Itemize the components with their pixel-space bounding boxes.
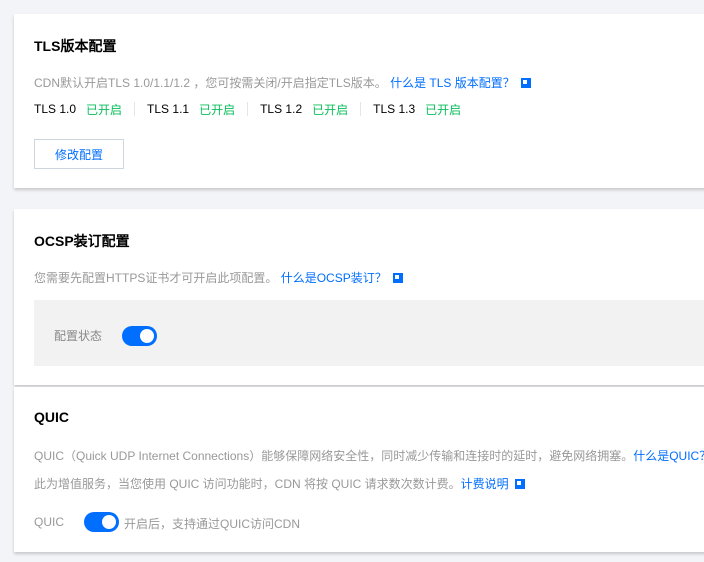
quic-billing-desc: 此为增值服务，当您使用 QUIC 访问功能时，CDN 将按 QUIC 请求数次数… bbox=[34, 475, 525, 492]
tls-version-item: TLS 1.3 已开启 bbox=[373, 102, 473, 117]
tls-version-name: TLS 1.0 bbox=[34, 102, 77, 116]
tls-version-status: 已开启 bbox=[425, 102, 462, 117]
quic-toggle[interactable] bbox=[84, 512, 119, 532]
quic-label: QUIC bbox=[34, 515, 64, 529]
external-link-icon[interactable] bbox=[392, 273, 403, 283]
tls-card: TLS版本配置 CDN默认开启TLS 1.0/1.1/1.2 ，您可按需关闭/开… bbox=[14, 14, 704, 188]
ocsp-config-panel: 配置状态 bbox=[34, 300, 704, 366]
tls-desc: CDN默认开启TLS 1.0/1.1/1.2 ，您可按需关闭/开启指定TLS版本… bbox=[34, 74, 531, 91]
modify-config-button[interactable]: 修改配置 bbox=[34, 139, 124, 169]
quic-help-link[interactable]: 什么是QUIC？ bbox=[633, 449, 704, 463]
tls-version-status: 已开启 bbox=[199, 102, 236, 117]
ocsp-toggle[interactable] bbox=[122, 326, 157, 346]
quic-hint: 开启后，支持通过QUIC访问CDN bbox=[124, 517, 300, 531]
external-link-icon[interactable] bbox=[520, 78, 531, 88]
tls-desc-text: CDN默认开启TLS 1.0/1.1/1.2 ，您可按需关闭/开启指定TLS版本… bbox=[34, 76, 387, 90]
tls-version-name: TLS 1.2 bbox=[260, 102, 303, 116]
tls-version-status: 已开启 bbox=[86, 102, 123, 117]
quic-billing-text: 此为增值服务，当您使用 QUIC 访问功能时，CDN 将按 QUIC 请求数次数… bbox=[34, 477, 461, 491]
tls-version-list: TLS 1.0 已开启 TLS 1.1 已开启 TLS 1.2 已开启 TLS 1.3… bbox=[34, 102, 485, 117]
ocsp-help-link[interactable]: 什么是OCSP装订？ bbox=[281, 271, 387, 285]
ocsp-card: OCSP装订配置 您需要先配置HTTPS证书才可开启此项配置。 什么是OCSP装… bbox=[14, 209, 704, 385]
tls-version-name: TLS 1.3 bbox=[373, 102, 416, 116]
tls-help-link[interactable]: 什么是 TLS 版本配置？ bbox=[390, 76, 515, 90]
tls-title: TLS版本配置 bbox=[34, 38, 117, 54]
billing-link[interactable]: 计费说明 bbox=[461, 477, 509, 491]
tls-version-item: TLS 1.2 已开启 bbox=[260, 102, 362, 117]
quic-desc-text: QUIC（Quick UDP Internet Connections）能够保障… bbox=[34, 449, 634, 463]
tls-version-item: TLS 1.0 已开启 bbox=[34, 102, 136, 117]
tls-version-status: 已开启 bbox=[312, 102, 349, 117]
ocsp-title: OCSP装订配置 bbox=[34, 233, 130, 249]
quic-desc: QUIC（Quick UDP Internet Connections）能够保障… bbox=[34, 447, 704, 464]
ocsp-status-label: 配置状态 bbox=[54, 329, 103, 343]
quic-title: QUIC bbox=[34, 409, 69, 425]
tls-version-item: TLS 1.1 已开启 bbox=[147, 102, 249, 117]
quic-card: QUIC QUIC（Quick UDP Internet Connections… bbox=[14, 387, 704, 552]
tls-version-name: TLS 1.1 bbox=[147, 102, 190, 116]
ocsp-desc: 您需要先配置HTTPS证书才可开启此项配置。 什么是OCSP装订？ bbox=[34, 269, 403, 286]
ocsp-desc-text: 您需要先配置HTTPS证书才可开启此项配置。 bbox=[34, 271, 278, 285]
external-link-icon[interactable] bbox=[514, 479, 525, 489]
